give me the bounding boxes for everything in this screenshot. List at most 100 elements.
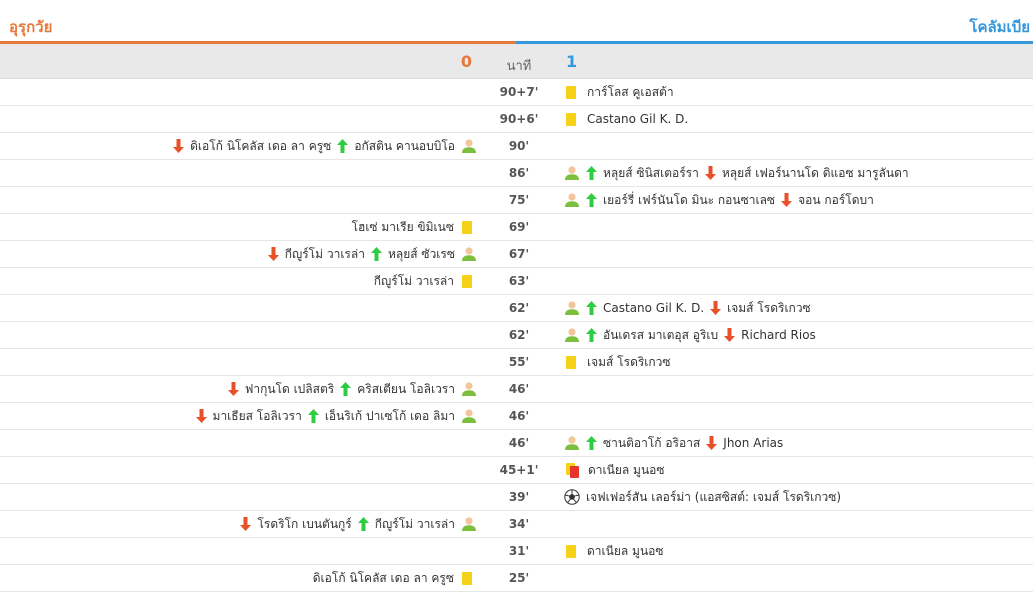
arrow-down-icon (706, 436, 718, 450)
event-row: 46' คริสเตียน โอลิเวรา ฟากุนโด เปลิสตริ (0, 376, 1033, 403)
player-out: มาเธียส โอลิเวรา (195, 407, 302, 426)
person-icon (565, 301, 579, 315)
home-team-name[interactable]: อุรุกวัย (9, 15, 52, 39)
arrow-up-icon (586, 301, 597, 315)
away-event: เจมส์ โรดริเกวซ (564, 349, 671, 375)
event-row: 45+1' ดาเนียล มูนอซ (0, 457, 1033, 484)
event-row: 25' ดิเอโก้ นิโคลัส เดอ ลา ครูซ (0, 565, 1033, 592)
player-in-name[interactable]: อกัสติน คานอบบิโอ (354, 137, 455, 156)
event-minute: 86' (508, 166, 530, 180)
event-row: 67' หลุยส์ ซัวเรซ กีญูร์โม่ วาเรล่า (0, 241, 1033, 268)
player-out: เจมส์ โรดริเกวซ (710, 299, 811, 318)
event-row: 46' ซานติอาโก้ อริอาส Jhon Arias (0, 430, 1033, 457)
player-in-name[interactable]: อันเดรส มาเตอุส อูริเบ (603, 326, 718, 345)
player-name[interactable]: ดิเอโก้ นิโคลัส เดอ ลา ครูซ (313, 569, 454, 588)
arrow-down-icon (781, 193, 793, 207)
away-event: Castano Gil K. D. (564, 106, 688, 132)
player-out-name[interactable]: กีญูร์โม่ วาเรล่า (285, 245, 365, 264)
away-event: Castano Gil K. D. เจมส์ โรดริเกวซ (564, 295, 811, 321)
player-out: Jhon Arias (706, 436, 783, 450)
player-in-name[interactable]: กีญูร์โม่ วาเรล่า (375, 515, 455, 534)
event-minute: 62' (508, 328, 530, 342)
player-name[interactable]: การ์โลส คูเอสต้า (587, 83, 674, 102)
player-in-name[interactable]: เยอร์รี่ เฟร์นันโด มินะ กอนซาเลซ (603, 191, 775, 210)
player-in: กีญูร์โม่ วาเรล่า (357, 515, 455, 534)
arrow-up-icon (586, 328, 597, 342)
player-in: หลุยส์ ซัวเรซ (370, 245, 455, 264)
player-out-name[interactable]: เจมส์ โรดริเกวซ (727, 299, 811, 318)
player-out: หลุยส์ เฟอร์นานโด ดิแอซ มารูลันดา (704, 164, 909, 183)
player-out-name[interactable]: Jhon Arias (723, 436, 783, 450)
player-in-name[interactable]: Castano Gil K. D. (603, 301, 704, 315)
player-out-name[interactable]: หลุยส์ เฟอร์นานโด ดิแอซ มารูลันดา (722, 164, 909, 183)
player-in-name[interactable]: หลุยส์ ซัวเรซ (388, 245, 455, 264)
player-in: ซานติอาโก้ อริอาส (586, 434, 700, 453)
arrow-down-icon (227, 382, 239, 396)
player-in-name[interactable]: คริสเตียน โอลิเวรา (357, 380, 455, 399)
player-name[interactable]: Castano Gil K. D. (587, 112, 688, 126)
away-event: อันเดรส มาเตอุส อูริเบ Richard Rios (564, 322, 816, 348)
home-event: อกัสติน คานอบบิโอ ดิเอโก้ นิโคลัส เดอ ลา … (173, 133, 477, 159)
event-minute: 67' (508, 247, 530, 261)
player-out-name[interactable]: Richard Rios (741, 328, 816, 342)
player-in: หลุยส์ ซินิสเตอร์รา (586, 164, 699, 183)
away-score: 1 (566, 52, 578, 71)
player-out: ฟากุนโด เปลิสตริ (227, 380, 334, 399)
home-event: เอ็นริเก้ ปาเซโก้ เดอ ลิมา มาเธียส โอลิเว… (195, 403, 477, 429)
yellow-card-icon (462, 571, 472, 585)
home-event: หลุยส์ ซัวเรซ กีญูร์โม่ วาเรล่า (267, 241, 477, 267)
away-team-name[interactable]: โคลัมเบีย (969, 15, 1030, 39)
away-event: ซานติอาโก้ อริอาส Jhon Arias (564, 430, 783, 456)
player-name[interactable]: ดาเนียล มูนอซ (588, 461, 665, 480)
arrow-up-icon (307, 409, 319, 423)
yellow-card-icon (462, 274, 472, 288)
yellow-card-icon (566, 85, 576, 99)
event-minute: 31' (508, 544, 530, 558)
event-minute: 90+7' (499, 85, 539, 99)
arrow-down-icon (240, 517, 252, 531)
person-icon (462, 139, 476, 153)
event-minute: 62' (508, 301, 530, 315)
player-name[interactable]: โฮเซ่ มาเรีย ขิมิเนซ (352, 218, 454, 237)
arrow-down-icon (195, 409, 207, 423)
player-in-name[interactable]: หลุยส์ ซินิสเตอร์รา (603, 164, 699, 183)
player-in-name[interactable]: ซานติอาโก้ อริอาส (603, 434, 700, 453)
player-out-name[interactable]: ดิเอโก้ นิโคลัส เดอ ลา ครูซ (190, 137, 331, 156)
score-header: 0 นาที 1 (0, 44, 1033, 79)
event-row: 86' หลุยส์ ซินิสเตอร์รา หลุยส์ เฟอร์นานโด … (0, 160, 1033, 187)
arrow-up-icon (337, 139, 349, 153)
player-out: จอน กอร์โดบา (781, 191, 874, 210)
arrow-up-icon (586, 166, 597, 180)
player-out-name[interactable]: โรดริโก เบนตันกูร์ (257, 515, 351, 534)
player-name[interactable]: กีญูร์โม่ วาเรล่า (374, 272, 454, 291)
yellow-card-icon (566, 544, 576, 558)
person-icon (462, 247, 476, 261)
player-in: เยอร์รี่ เฟร์นันโด มินะ กอนซาเลซ (586, 191, 775, 210)
event-row: 75' เยอร์รี่ เฟร์นันโด มินะ กอนซาเลซ จอน ก… (0, 187, 1033, 214)
event-row: 63' กีญูร์โม่ วาเรล่า (0, 268, 1033, 295)
home-event: โฮเซ่ มาเรีย ขิมิเนซ (352, 214, 477, 240)
away-event: ดาเนียล มูนอซ (564, 457, 665, 483)
event-minute: 34' (508, 517, 530, 531)
player-out-name[interactable]: จอน กอร์โดบา (798, 191, 874, 210)
event-row: 34' กีญูร์โม่ วาเรล่า โรดริโก เบนตันกูร์ (0, 511, 1033, 538)
player-name[interactable]: ดาเนียล มูนอซ (587, 542, 664, 561)
person-icon (565, 166, 579, 180)
player-name[interactable]: เจฟเฟอร์สัน เลอร์ม่า (แอสซิสต์: เจมส์ โร… (586, 488, 841, 507)
player-name[interactable]: เจมส์ โรดริเกวซ (587, 353, 671, 372)
player-in: อันเดรส มาเตอุส อูริเบ (586, 326, 718, 345)
event-minute: 69' (508, 220, 530, 234)
event-row: 62' Castano Gil K. D. เจมส์ โรดริเกวซ (0, 295, 1033, 322)
player-out-name[interactable]: ฟากุนโด เปลิสตริ (245, 380, 334, 399)
event-minute: 45+1' (499, 463, 539, 477)
person-icon (462, 517, 476, 531)
home-event: ดิเอโก้ นิโคลัส เดอ ลา ครูซ (313, 565, 477, 591)
yellow-card-icon (566, 112, 576, 126)
minute-column-label: นาที (506, 59, 532, 74)
event-minute: 90+6' (499, 112, 539, 126)
player-in-name[interactable]: เอ็นริเก้ ปาเซโก้ เดอ ลิมา (325, 407, 455, 426)
away-event: การ์โลส คูเอสต้า (564, 79, 674, 105)
event-minute: 46' (508, 409, 530, 423)
second-yellow-card-icon (566, 462, 580, 478)
player-out-name[interactable]: มาเธียส โอลิเวรา (213, 407, 302, 426)
